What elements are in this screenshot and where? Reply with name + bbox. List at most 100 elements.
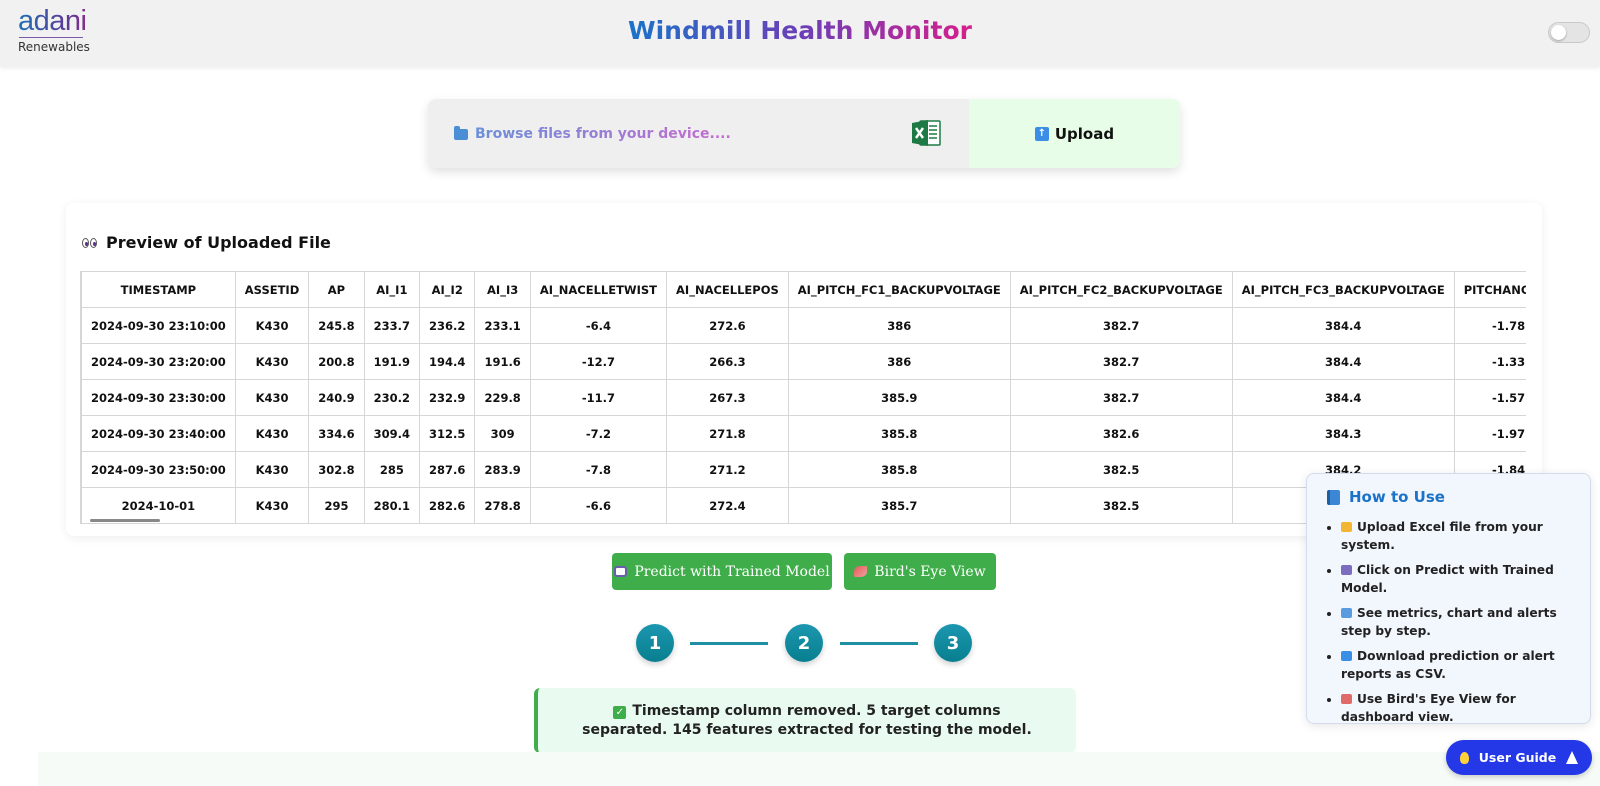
table-cell: 382.7 [1009, 343, 1233, 380]
table-cell: 240.9 [308, 379, 365, 416]
table-cell: K430 [234, 307, 310, 344]
table-cell: 230.2 [363, 379, 421, 416]
table-cell: 382.7 [1009, 379, 1233, 416]
bottom-section [38, 752, 1600, 786]
list-item: Download prediction or alert reports as … [1341, 647, 1574, 683]
table-cell: -7.2 [529, 415, 668, 452]
table-cell: 2024-09-30 23:20:00 [81, 343, 236, 380]
bird-icon [854, 566, 868, 577]
column-header: AI_I2 [419, 271, 476, 308]
table-cell: 191.6 [474, 343, 531, 380]
predict-button-label: Predict with Trained Model [634, 563, 830, 580]
table-cell: 233.1 [474, 307, 531, 344]
table-cell: -1.97 [1453, 415, 1526, 452]
table-cell: 384.4 [1231, 379, 1455, 416]
folder-icon [454, 126, 468, 140]
list-item: See metrics, chart and alerts step by st… [1341, 604, 1574, 640]
table-cell: 2024-09-30 23:10:00 [81, 307, 236, 344]
table-cell: 384.4 [1231, 343, 1455, 380]
step-1[interactable]: 1 [636, 624, 674, 662]
table-cell: K430 [234, 343, 310, 380]
table-cell: 200.8 [308, 343, 365, 380]
table-cell: 280.1 [363, 487, 421, 524]
column-header: AI_I3 [474, 271, 531, 308]
table-cell: 385.8 [787, 451, 1011, 488]
toggle-knob [1551, 25, 1566, 40]
table-cell: 384.3 [1231, 415, 1455, 452]
table-cell: 282.6 [419, 487, 476, 524]
table-cell: 267.3 [666, 379, 789, 416]
table-cell: 278.8 [474, 487, 531, 524]
table-cell: 271.2 [666, 451, 789, 488]
theme-toggle[interactable] [1548, 22, 1590, 43]
table-cell: 272.4 [666, 487, 789, 524]
how-to-use-list: Upload Excel file from your system. Clic… [1327, 518, 1574, 726]
table-cell: -1.57 [1453, 379, 1526, 416]
preview-title-text: Preview of Uploaded File [106, 233, 331, 252]
table-cell: 312.5 [419, 415, 476, 452]
table-cell: 382.7 [1009, 307, 1233, 344]
table-cell: 295 [308, 487, 365, 524]
table-cell: 384.4 [1231, 307, 1455, 344]
column-header: AI_PITCH_FC3_BACKUPVOLTAGE [1231, 271, 1455, 308]
table-cell: 386 [787, 307, 1011, 344]
table-cell: 266.3 [666, 343, 789, 380]
bar-chart-icon [1341, 608, 1352, 618]
user-guide-button[interactable]: User Guide [1446, 740, 1592, 775]
step-3[interactable]: 3 [934, 624, 972, 662]
predict-button[interactable]: Predict with Trained Model [612, 553, 832, 590]
table-cell: 229.8 [474, 379, 531, 416]
app-header: adani Renewables Windmill Health Monitor [0, 0, 1600, 67]
table-cell: 385.9 [787, 379, 1011, 416]
table-cell: 194.4 [419, 343, 476, 380]
preview-title: Preview of Uploaded File [82, 233, 331, 252]
table-cell: 2024-09-30 23:30:00 [81, 379, 236, 416]
table-cell: K430 [234, 379, 310, 416]
table-cell: 385.7 [787, 487, 1011, 524]
table-cell: 287.6 [419, 451, 476, 488]
table-cell: -6.6 [529, 487, 668, 524]
table-cell: -11.7 [529, 379, 668, 416]
table-row: 2024-09-30 23:40:00 K430 334.6 309.4 312.5 30… [81, 415, 1526, 452]
list-item: Click on Predict with Trained Model. [1341, 561, 1574, 597]
column-header: TIMESTAMP [81, 271, 236, 308]
table-cell: -6.4 [529, 307, 668, 344]
column-header: AI_PITCH_FC2_BACKUPVOLTAGE [1009, 271, 1233, 308]
table-header-row: TIMESTAMP ASSETID AP AI_I1 AI_I2 AI_I3 AI_NACE… [81, 271, 1526, 308]
upload-button[interactable]: ↑ Upload [969, 99, 1180, 168]
bird-icon [1341, 694, 1352, 704]
table-cell: 2024-09-30 23:50:00 [81, 451, 236, 488]
column-header: AI_NACELLEPOS [666, 271, 789, 308]
table-cell: 271.8 [666, 415, 789, 452]
table-cell: 302.8 [308, 451, 365, 488]
column-header: AI_I1 [363, 271, 421, 308]
table-cell: 309.4 [363, 415, 421, 452]
upload-bar: Browse files from your device.... ↑ Uplo… [428, 99, 1180, 168]
birds-eye-button-label: Bird's Eye View [874, 563, 986, 580]
navigation-arrow-icon [1566, 751, 1579, 764]
column-header: AI_NACELLETWIST [529, 271, 668, 308]
table-cell: 382.5 [1009, 487, 1233, 524]
eyes-icon [82, 237, 97, 248]
table-cell: K430 [234, 415, 310, 452]
list-item: Upload Excel file from your system. [1341, 518, 1574, 554]
user-guide-label: User Guide [1478, 750, 1557, 765]
table-cell: -7.8 [529, 451, 668, 488]
column-header: AP [308, 271, 365, 308]
table-row: 2024-09-30 23:10:00 K430 245.8 233.7 236.2 23… [81, 307, 1526, 344]
book-icon [1327, 489, 1340, 505]
table-cell: 245.8 [308, 307, 365, 344]
column-header: AI_PITCH_FC1_BACKUPVOLTAGE [787, 271, 1011, 308]
birds-eye-button[interactable]: Bird's Eye View [844, 553, 996, 590]
table-cell: 283.9 [474, 451, 531, 488]
table-cell: 236.2 [419, 307, 476, 344]
horizontal-scrollbar[interactable] [90, 519, 160, 522]
table-cell: -12.7 [529, 343, 668, 380]
step-2[interactable]: 2 [785, 624, 823, 662]
table-cell: 386 [787, 343, 1011, 380]
file-browse-input[interactable]: Browse files from your device.... [428, 99, 968, 168]
robot-icon [614, 566, 628, 577]
table-cell: 309 [474, 415, 531, 452]
table-cell: 191.9 [363, 343, 421, 380]
status-message-box: ✓ Timestamp column removed. 5 target colu… [534, 688, 1076, 753]
